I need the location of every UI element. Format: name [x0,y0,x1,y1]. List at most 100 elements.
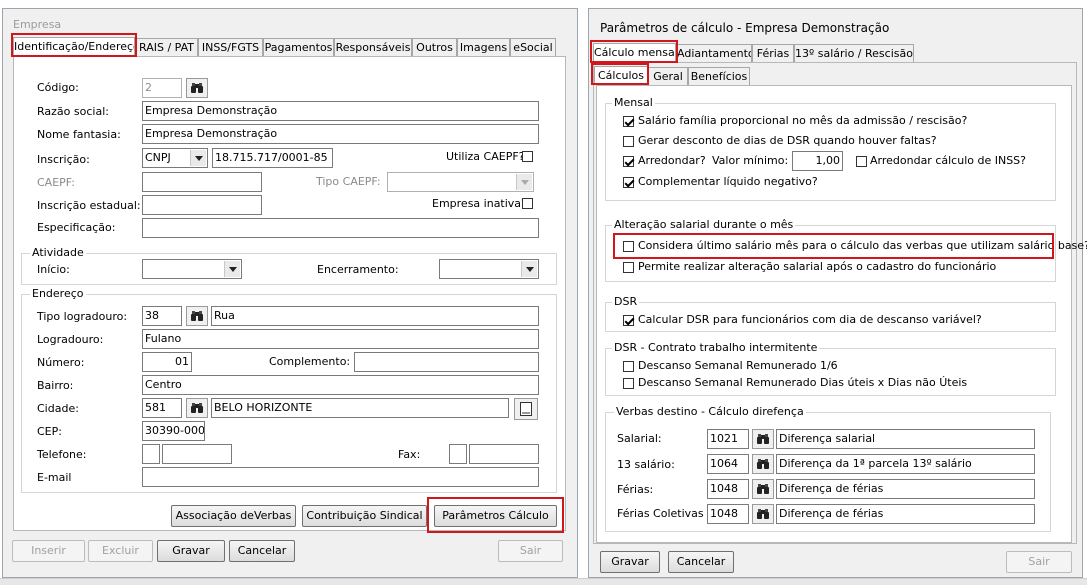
permite-alteracao-checkbox[interactable] [623,262,634,273]
tab-inss-fgts[interactable]: INSS/FGTS [198,38,263,57]
descanso-remunerado-label: Descanso Semanal Remunerado 1/6 [638,359,838,372]
tab-13-salario-rescisao[interactable]: 13º salário / Rescisão [794,44,914,63]
gerar-desconto-checkbox[interactable] [623,136,634,147]
descanso-remunerado-checkbox[interactable] [623,361,634,372]
calcular-dsr-checkbox[interactable] [623,315,634,326]
cidade-calendar-button[interactable] [514,398,538,420]
taskbar-strip [0,578,1087,585]
valor-minimo-input[interactable]: 1,00 [792,151,843,171]
tab-pagamentos[interactable]: Pagamentos [263,38,334,57]
descanso-dias-uteis-checkbox[interactable] [623,378,634,389]
codigo-lookup-button[interactable] [186,78,208,98]
bairro-input[interactable]: Centro [142,375,539,395]
inicio-date-select[interactable] [142,259,242,279]
salario-familia-label: Salário família proporcional no mês da a… [638,114,968,127]
verba-salarial-lookup-button[interactable] [752,429,774,449]
inscricao-estadual-input[interactable] [142,195,262,215]
verba-ferias-code-input[interactable]: 1048 [707,479,749,499]
fax-input[interactable] [469,444,539,464]
verba-ferias-desc-input[interactable]: Diferença de férias [776,479,1035,499]
associacao-verbas-button[interactable]: Associação deVerbas [171,505,296,527]
salario-familia-checkbox[interactable] [623,116,634,127]
inscricao-input[interactable]: 18.715.717/0001-85 [212,148,333,168]
sair-button[interactable]: Sair [498,540,563,562]
binoculars-icon [190,82,204,94]
verba-salarial-desc-input[interactable]: Diferença salarial [776,429,1035,449]
arredondar-inss-checkbox[interactable] [856,156,867,167]
utiliza-caepf-label: Utiliza CAEPF? [446,150,525,163]
complementar-checkbox[interactable] [623,177,634,188]
inserir-button[interactable]: Inserir [12,540,85,562]
verba-ferias-coletivas-code-input[interactable]: 1048 [707,504,749,524]
tab-responsaveis[interactable]: Responsáveis [334,38,412,57]
cep-label: CEP: [37,425,62,438]
atividade-caption: Atividade [30,246,86,259]
gravar-button[interactable]: Gravar [157,540,225,562]
highlight-considera-row [613,233,1054,259]
verba-salarial-code-input[interactable]: 1021 [707,429,749,449]
caepf-input[interactable] [142,172,262,192]
tab-adiantamento[interactable]: Adiantamento [676,44,752,63]
numero-input[interactable]: 01 [142,352,192,372]
razao-social-input[interactable]: Empresa Demonstração [142,101,539,121]
cep-input[interactable]: 30390-000 [142,421,205,441]
binoculars-icon [190,310,204,322]
gerar-desconto-label: Gerar desconto de dias de DSR quando hou… [638,134,937,147]
subtab-geral[interactable]: Geral [648,67,688,86]
codigo-input[interactable]: 2 [142,78,182,98]
arredondar-checkbox[interactable] [623,156,634,167]
subtab-beneficios[interactable]: Benefícios [688,67,750,86]
cidade-code-input[interactable]: 581 [142,398,182,418]
arredondar-label: Arredondar? [638,154,706,167]
nome-fantasia-input[interactable]: Empresa Demonstração [142,124,539,144]
excluir-button[interactable]: Excluir [88,540,153,562]
tab-ferias[interactable]: Férias [752,44,794,63]
encerramento-date-select[interactable] [439,259,539,279]
cancelar-parametros-button[interactable]: Cancelar [668,551,734,573]
complemento-input[interactable] [354,352,539,372]
verba-ferias-coletivas-lookup-button[interactable] [752,504,774,524]
tab-outros[interactable]: Outros [412,38,457,57]
tipo-logradouro-code-input[interactable]: 38 [142,306,182,326]
email-input[interactable] [142,467,539,487]
contribuicao-sindical-button[interactable]: Contribuição Sindical [302,505,427,527]
binoculars-icon [756,433,770,445]
empresa-inativa-checkbox[interactable] [522,198,533,209]
especificacao-input[interactable] [142,218,539,238]
complementar-label: Complementar líquido negativo? [638,175,818,188]
tipo-logradouro-lookup-button[interactable] [186,306,208,326]
cidade-desc-input[interactable]: BELO HORIZONTE [211,398,509,418]
calendar-icon [520,402,532,416]
cancelar-button[interactable]: Cancelar [229,540,295,562]
utiliza-caepf-checkbox[interactable] [522,151,533,162]
inscricao-type-select[interactable]: CNPJ [142,148,208,168]
inscricao-estadual-label: Inscrição estadual: [37,199,141,212]
telefone-label: Telefone: [37,448,87,461]
telefone-input[interactable] [162,444,232,464]
tab-esocial[interactable]: eSocial [510,38,556,57]
verba-13-lookup-button[interactable] [752,454,774,474]
cidade-lookup-button[interactable] [186,398,208,418]
telefone-ddd-input[interactable] [142,444,160,464]
inscricao-label: Inscrição: [37,153,90,166]
gravar-parametros-button[interactable]: Gravar [600,551,660,573]
window-title: Empresa [13,18,62,31]
tipo-logradouro-desc-input[interactable]: Rua [211,306,539,326]
verba-salarial-label: Salarial: [617,432,662,445]
tab-imagens[interactable]: Imagens [457,38,510,57]
dsr-caption: DSR [612,295,640,308]
binoculars-icon [756,458,770,470]
fax-ddd-input[interactable] [449,444,467,464]
verba-ferias-lookup-button[interactable] [752,479,774,499]
highlight-subtab-calculos [591,63,649,85]
verba-13-code-input[interactable]: 1064 [707,454,749,474]
verba-13-desc-input[interactable]: Diferença da 1ª parcela 13º salário [776,454,1035,474]
sair-parametros-button[interactable]: Sair [1006,551,1072,573]
verba-ferias-coletivas-desc-input[interactable]: Diferença de férias [776,504,1035,524]
especificacao-label: Especificação: [37,221,116,234]
valor-minimo-label: Valor mínimo: [712,154,789,167]
tab-rais-pat[interactable]: RAIS / PAT [135,38,198,57]
logradouro-input[interactable]: Fulano [142,329,539,349]
fax-label: Fax: [398,448,421,461]
tipo-caepf-select[interactable] [387,172,534,192]
